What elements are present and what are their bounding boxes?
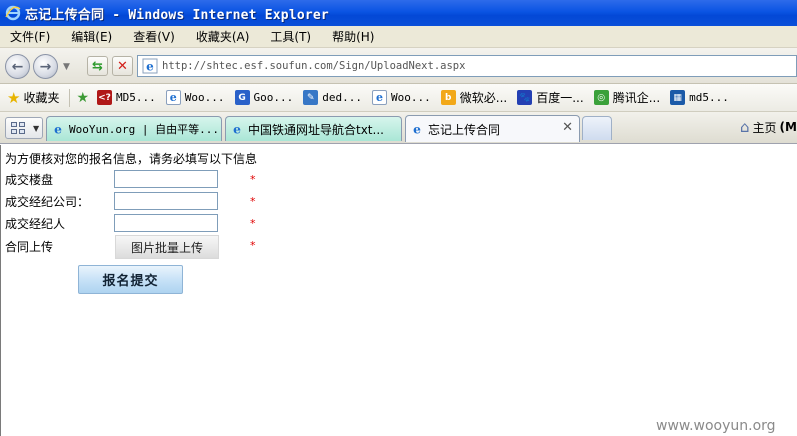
window-title: 忘记上传合同 - Windows Internet Explorer <box>25 7 329 23</box>
svg-text:e: e <box>233 122 241 136</box>
menu-file[interactable]: 文件(F) <box>4 28 56 45</box>
refresh-button[interactable]: ⇆ <box>87 56 108 76</box>
quick-tabs-button[interactable]: ▼ <box>5 117 43 139</box>
favorites-items: <? MD5... e Woo... G Goo... ✎ ded... e Woo... b 微软必… <box>97 89 739 106</box>
back-arrow-icon: ← <box>11 58 24 75</box>
favorite-link[interactable]: e Woo... <box>165 90 225 105</box>
menu-help[interactable]: 帮助(H) <box>326 28 380 45</box>
google-icon: G <box>234 90 250 105</box>
refresh-icon: ⇆ <box>92 58 103 74</box>
favorite-link[interactable]: ▦ md5... <box>670 90 729 105</box>
tab-tietong[interactable]: e 中国铁通网址导航合txt... <box>225 116 402 141</box>
grid-icon: ▦ <box>670 90 686 105</box>
favorite-label: 微软必... <box>459 91 508 105</box>
favorite-link[interactable]: 🐾 百度一... <box>517 89 584 106</box>
favorite-link[interactable]: e Woo... <box>372 90 431 105</box>
title-bar: 忘记上传合同 - Windows Internet Explorer <box>0 0 797 26</box>
tencent-icon: ◎ <box>593 90 609 105</box>
favorite-label: md5... <box>689 91 729 104</box>
menu-edit[interactable]: 编辑(E) <box>65 28 118 45</box>
label-property: 成交楼盘 <box>5 173 54 187</box>
address-input[interactable]: e http://shtec.esf.soufun.com/Sign/Uploa… <box>137 55 797 77</box>
ie-page-icon: e <box>413 122 421 136</box>
favorites-separator <box>69 88 71 107</box>
menu-favorites[interactable]: 收藏夹(A) <box>190 28 256 45</box>
agent-input[interactable] <box>114 214 218 232</box>
recent-pages-dropdown-icon[interactable]: ▼ <box>63 62 70 72</box>
required-mark: * <box>250 217 256 230</box>
watermark: www.wooyun.org <box>656 418 776 434</box>
favorites-star-icon[interactable]: ★ <box>7 89 20 107</box>
page-content: 为方便核对您的报名信息，请务必填写以下信息 成交楼盘 * 成交经纪公司： * 成… <box>0 145 797 436</box>
bing-icon: b <box>440 90 456 105</box>
address-toolbar: ← → ▼ ⇆ ✕ e http://shtec.esf.soufun.com/… <box>0 48 797 84</box>
url-text: http://shtec.esf.soufun.com/Sign/UploadN… <box>162 60 466 72</box>
submit-button[interactable]: 报名提交 <box>78 265 183 294</box>
tab-label: 中国铁通网址导航合txt... <box>248 122 384 137</box>
new-tab-button[interactable] <box>582 116 612 140</box>
favorite-label: ded... <box>322 91 363 104</box>
favorites-bar: ★ 收藏夹 ★ <? MD5... e Woo... G Goo... ✎ ded... e Wo… <box>0 84 797 112</box>
stop-button[interactable]: ✕ <box>112 56 133 76</box>
favorite-link[interactable]: <? MD5... <box>97 90 156 105</box>
svg-text:e: e <box>146 60 154 74</box>
required-mark: * <box>250 173 256 186</box>
agency-input[interactable] <box>114 192 218 210</box>
label-agency: 成交经纪公司： <box>5 195 90 209</box>
close-tab-icon[interactable]: ✕ <box>562 120 573 135</box>
home-label: 主页 <box>752 120 777 135</box>
svg-text:e: e <box>54 122 62 136</box>
favorite-label: MD5... <box>116 91 156 104</box>
forward-arrow-icon: → <box>39 58 52 75</box>
favorites-button-label[interactable]: 收藏夹 <box>23 89 59 106</box>
ie-page-icon: e <box>165 90 181 105</box>
required-mark: * <box>250 195 256 208</box>
add-favorite-icon[interactable]: ★ <box>76 90 89 106</box>
home-icon: ⌂ <box>740 118 750 136</box>
back-button[interactable]: ← <box>5 54 30 79</box>
label-contract-upload: 合同上传 <box>5 240 54 254</box>
forward-button[interactable]: → <box>33 54 58 79</box>
ie-page-icon: e <box>54 122 62 136</box>
tab-active-upload[interactable]: e 忘记上传合同 ✕ <box>405 115 580 142</box>
favorite-label: 百度一... <box>536 91 584 105</box>
md5-icon: <? <box>97 90 113 105</box>
home-button[interactable]: ⌂ 主页 (M <box>740 118 797 136</box>
svg-text:e: e <box>413 122 421 136</box>
menu-view[interactable]: 查看(V) <box>127 28 181 45</box>
menu-bar: 文件(F) 编辑(E) 查看(V) 收藏夹(A) 工具(T) 帮助(H) <box>0 26 797 48</box>
favorite-link[interactable]: ◎ 腾讯企... <box>593 89 661 106</box>
tab-label: 忘记上传合同 <box>428 122 501 137</box>
favorite-link[interactable]: G Goo... <box>234 90 294 105</box>
tools-icon: ✎ <box>303 90 319 105</box>
stop-icon: ✕ <box>117 58 128 74</box>
tab-list-dropdown-icon[interactable]: ▼ <box>33 124 39 133</box>
form-intro: 为方便核对您的报名信息，请务必填写以下信息 <box>5 152 258 166</box>
ie-logo-icon <box>5 5 21 21</box>
ie-page-icon: e <box>372 90 388 105</box>
tab-label: WooYun.org | 自由平等... <box>69 123 219 136</box>
favorite-link[interactable]: b 微软必... <box>440 89 508 106</box>
baidu-icon: 🐾 <box>517 90 533 105</box>
favorite-label: Woo... <box>184 91 225 104</box>
label-agent: 成交经纪人 <box>5 217 66 231</box>
favorite-label: Woo... <box>391 91 431 104</box>
tab-wooyun[interactable]: e WooYun.org | 自由平等... <box>46 116 222 141</box>
ie-window: 忘记上传合同 - Windows Internet Explorer 文件(F)… <box>0 0 797 436</box>
ie-page-icon: e <box>233 122 241 136</box>
menu-tools[interactable]: 工具(T) <box>264 28 317 45</box>
favorite-label: 腾讯企... <box>612 91 661 105</box>
ie-page-icon: e <box>142 58 158 74</box>
home-shortcut: (M <box>779 120 797 134</box>
required-mark: * <box>250 239 256 252</box>
property-input[interactable] <box>114 170 218 188</box>
favorite-link[interactable]: ✎ ded... <box>303 90 362 105</box>
quick-tabs-icon <box>11 122 25 134</box>
batch-upload-button[interactable]: 图片批量上传 <box>115 235 219 259</box>
favorite-label: Goo... <box>253 91 294 104</box>
tab-bar: ▼ e WooYun.org | 自由平等... e 中国铁通网址导航合txt.… <box>0 112 797 144</box>
